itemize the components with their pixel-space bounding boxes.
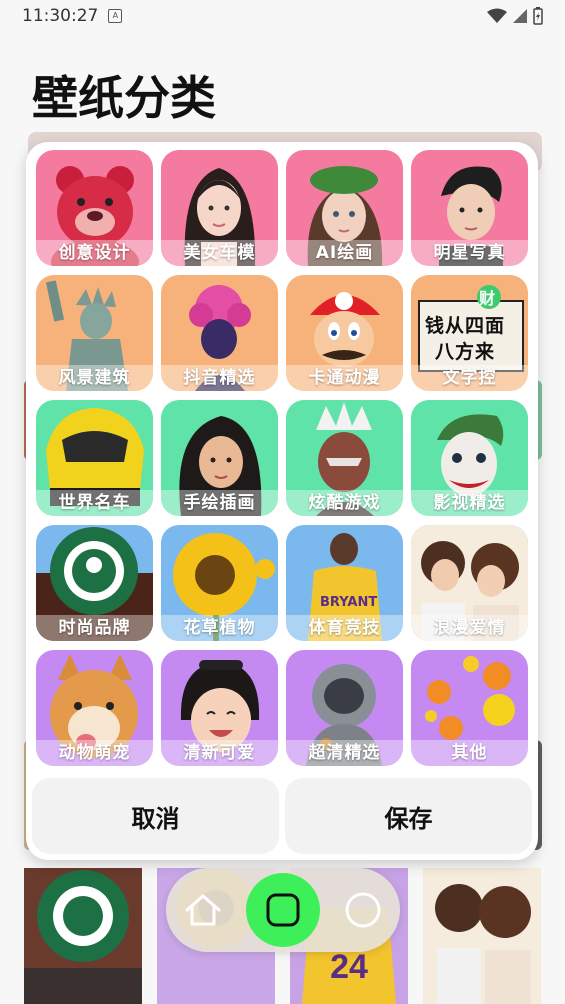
notification-a-icon: A [108,9,123,23]
category-tile-celebrity[interactable]: 明星写真 [411,150,528,266]
save-button[interactable]: 保存 [285,778,532,854]
category-tile-plants[interactable]: 花草植物 [161,525,278,641]
category-label: 抖音精选 [161,365,278,391]
slogan-line-1: 钱从四面 [425,315,506,337]
category-tile-douyin-picks[interactable]: 抖音精选 [161,275,278,391]
category-tile-ai-art[interactable]: AI绘画 [286,150,403,266]
category-label: 文字控 [411,365,528,391]
battery-icon [533,7,543,25]
category-label: 明星写真 [411,240,528,266]
category-tile-romance[interactable]: 浪漫爱情 [411,525,528,641]
svg-text:24: 24 [330,948,368,986]
category-tile-other[interactable]: 其他 [411,650,528,766]
category-tile-creative-design[interactable]: 创意设计 [36,150,153,266]
floating-nav-bar [166,868,400,952]
wifi-icon [487,8,507,23]
status-time: 11:30:27 [22,6,99,26]
category-label: 风景建筑 [36,365,153,391]
dialog-actions: 取消 保存 [32,778,532,854]
category-grid: 创意设计 美女车模 AI绘画 明星写真 风景建筑 抖音精选 卡通动漫 财 钱从四… [36,150,532,766]
category-label: 炫酷游戏 [286,490,403,516]
cancel-button[interactable]: 取消 [32,778,279,854]
home-outline-icon [185,894,221,926]
category-label: 创意设计 [36,240,153,266]
category-dialog: 创意设计 美女车模 AI绘画 明星写真 风景建筑 抖音精选 卡通动漫 财 钱从四… [26,142,538,860]
category-label: 清新可爱 [161,740,278,766]
category-label: 影视精选 [411,490,528,516]
category-tile-illustration[interactable]: 手绘插画 [161,400,278,516]
category-label: 美女车模 [161,240,278,266]
category-tile-hd-picks[interactable]: 超清精选 [286,650,403,766]
category-label: 时尚品牌 [36,615,153,641]
category-tile-film-tv[interactable]: 影视精选 [411,400,528,516]
category-label: 卡通动漫 [286,365,403,391]
category-label: 世界名车 [36,490,153,516]
category-label: 动物萌宠 [36,740,153,766]
slogan-line-2: 八方来 [435,341,496,363]
romance-thumbnail [423,868,541,1004]
category-label: 浪漫爱情 [411,615,528,641]
category-label: 其他 [411,740,528,766]
nav-circle-button[interactable] [333,880,393,940]
category-label: 手绘插画 [161,490,278,516]
jersey-text: BRYANT [320,595,378,610]
status-bar: 11:30:27 A [0,0,565,32]
app-switch-icon [266,893,300,927]
category-tile-anime[interactable]: 卡通动漫 [286,275,403,391]
category-tile-beauty-models[interactable]: 美女车模 [161,150,278,266]
category-tile-famous-cars[interactable]: 世界名车 [36,400,153,516]
category-tile-fashion-brands[interactable]: 时尚品牌 [36,525,153,641]
category-tile-sports[interactable]: BRYANT 体育竞技 [286,525,403,641]
category-tile-pets[interactable]: 动物萌宠 [36,650,153,766]
category-tile-text[interactable]: 财 钱从四面 八方来 文字控 [411,275,528,391]
category-label: 花草植物 [161,615,278,641]
category-tile-cool-games[interactable]: 炫酷游戏 [286,400,403,516]
signal-icon [513,9,527,23]
wealth-sign-text: 财 [479,289,496,308]
category-label: 超清精选 [286,740,403,766]
circle-icon [345,892,381,928]
page-title: 壁纸分类 [32,71,216,125]
nav-home-button[interactable] [173,880,233,940]
category-tile-fresh-cute[interactable]: 清新可爱 [161,650,278,766]
nav-app-switch-button[interactable] [245,873,320,947]
category-tile-landscape[interactable]: 风景建筑 [36,275,153,391]
category-label: AI绘画 [286,240,403,266]
starbucks-thumbnail [24,868,142,1004]
category-label: 体育竞技 [286,615,403,641]
